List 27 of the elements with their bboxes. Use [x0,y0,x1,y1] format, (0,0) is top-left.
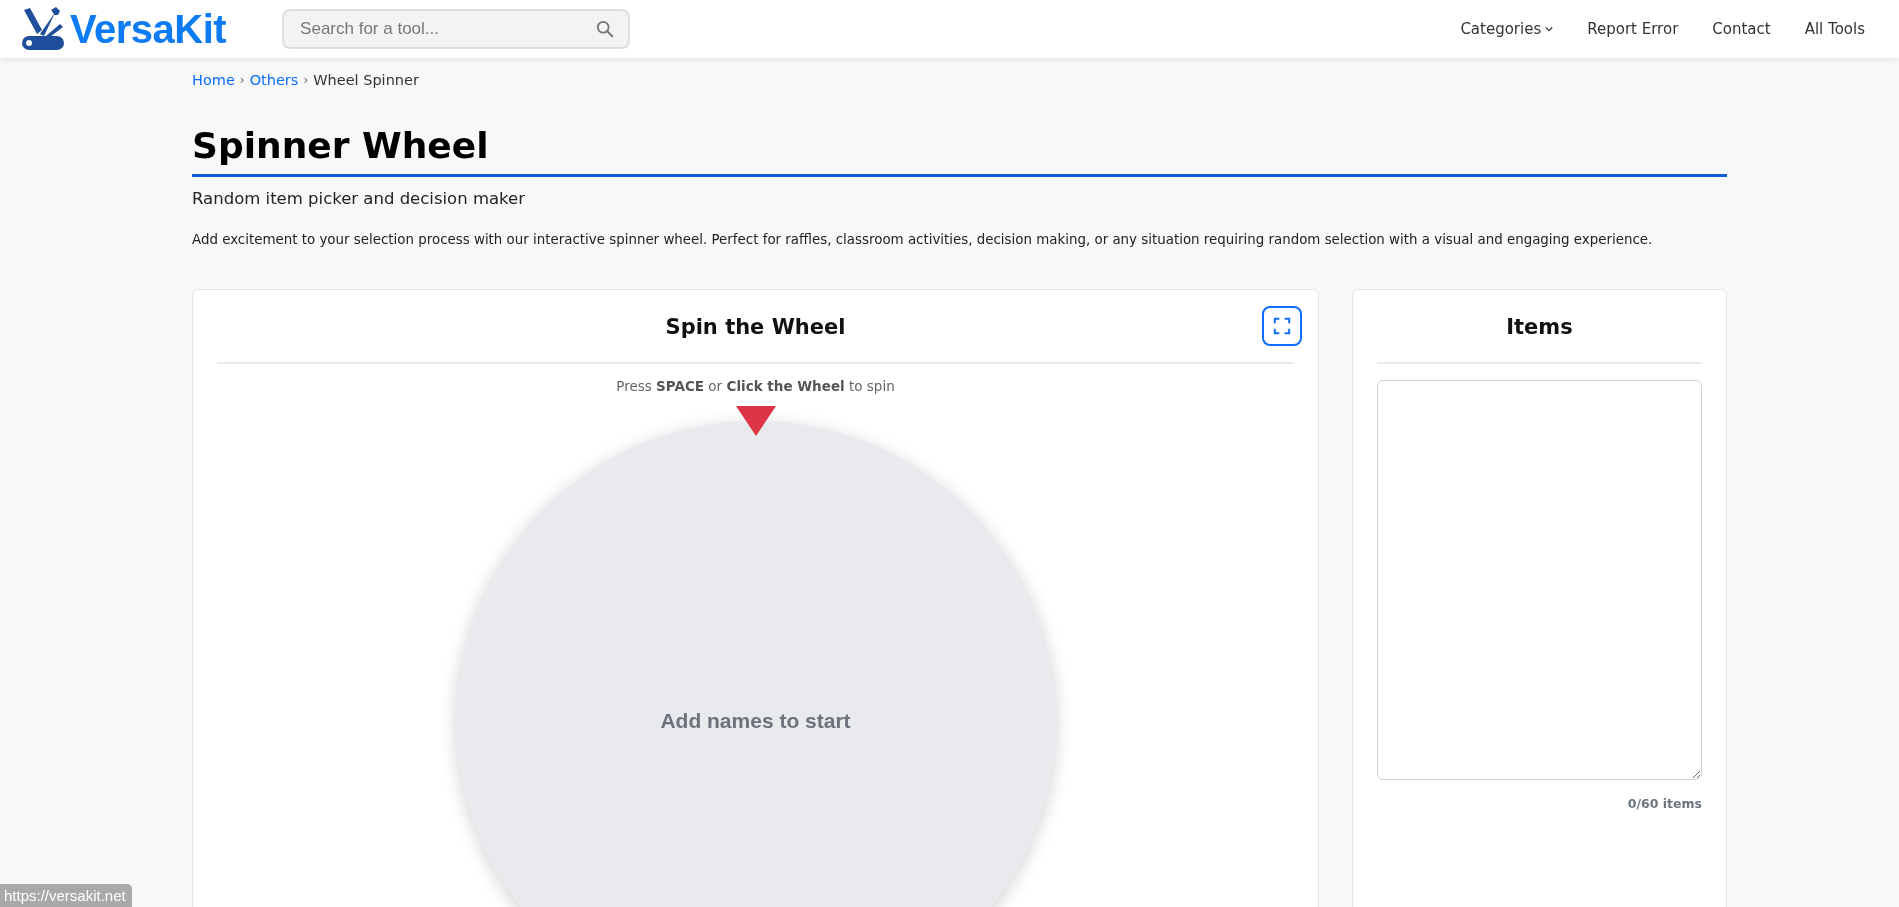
card-title: Items [1506,314,1573,340]
search-field[interactable]: Search for a tool... [282,9,631,49]
page-description: Add excitement to your selection process with our interactive spinner wheel. Perfect for raffles, classroom activities, decision making, or any situation requiring random selection with a visual and engaging experience. [192,232,1654,248]
pointer-triangle-icon [735,406,776,437]
spinner-wheel[interactable]: Add names to start [455,421,1056,907]
search-icon[interactable] [596,20,615,38]
page-subtitle: Random item picker and decision maker [192,189,526,209]
breadcrumb-link[interactable]: Home [192,72,235,88]
empty-wheel-message: Add names to start [660,709,851,734]
page-title: Spinner Wheel [192,124,490,168]
breadcrumb-link[interactable]: Others [249,72,299,88]
fullscreen-icon [1273,317,1291,336]
nav-link[interactable]: Contact [1712,20,1771,38]
nav-link[interactable]: All Tools [1804,20,1865,38]
card-title: Spin the Wheel [665,314,846,340]
nav-link[interactable]: Report Error [1587,20,1679,38]
tools-logo-icon[interactable] [20,6,66,52]
fullscreen-button[interactable] [1262,306,1302,347]
breadcrumb-separator: › [239,73,245,87]
logo-text[interactable]: VersaKit [70,6,227,52]
caret-icon[interactable] [1545,26,1554,32]
item-count: 0/60 items [1626,796,1702,812]
spin-hint: Press SPACE or Click the Wheel to spin [615,378,896,395]
status-url-tooltip: https://versakit.net [0,884,132,907]
categories-dropdown[interactable]: Categories [1460,20,1554,38]
breadcrumb-separator: › [303,73,309,87]
breadcrumb-current: Wheel Spinner [313,72,419,88]
